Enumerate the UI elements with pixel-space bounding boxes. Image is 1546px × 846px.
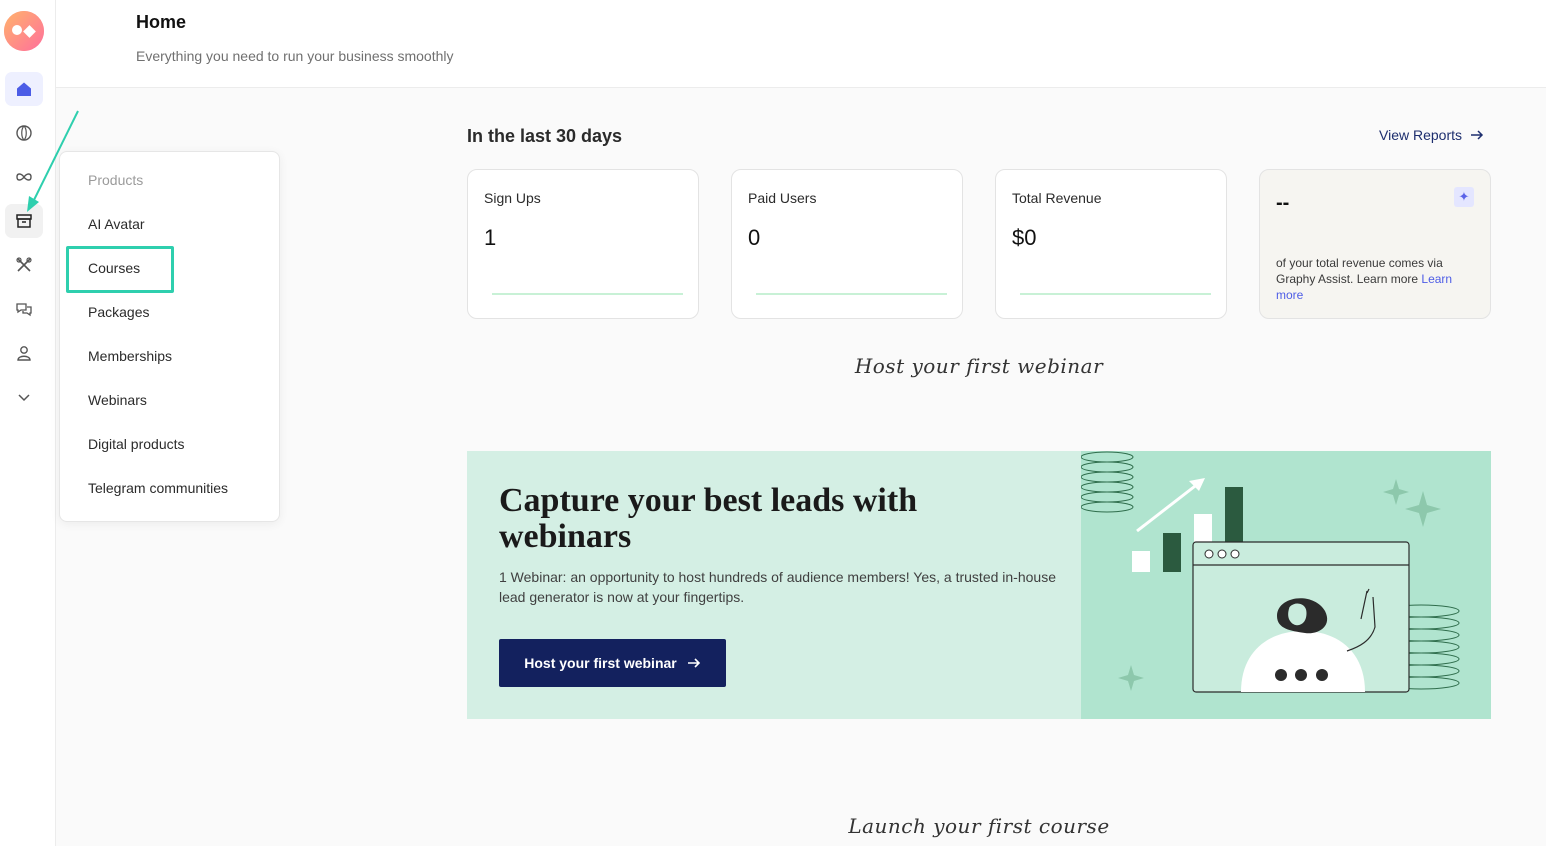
arrow-right-icon <box>1471 130 1484 140</box>
more-nav-button[interactable] <box>5 380 43 414</box>
sparkline <box>756 293 947 295</box>
page-title: Home <box>136 12 187 32</box>
home-nav-button[interactable] <box>5 72 43 106</box>
menu-item-telegram-communities[interactable]: Telegram communities <box>88 480 228 496</box>
chat-nav-button[interactable] <box>5 292 43 326</box>
stat-card-paid-users[interactable]: Paid Users 0 <box>731 169 963 319</box>
stat-label: Paid Users <box>748 190 817 206</box>
webinar-banner: Capture your best leads with webinars 1 … <box>467 451 1491 719</box>
assist-description: of your total revenue comes via Graphy A… <box>1276 255 1476 303</box>
menu-item-digital-products[interactable]: Digital products <box>88 436 185 452</box>
course-script-heading: Launch your first course <box>848 814 1110 838</box>
stats-section-title: In the last 30 days <box>467 126 623 146</box>
webinar-illustration-art <box>1080 451 1460 693</box>
assist-text: of your total revenue comes via Graphy A… <box>1276 256 1443 286</box>
courses-highlight-box <box>66 246 174 293</box>
menu-heading: Products <box>88 172 144 188</box>
profile-nav-button[interactable] <box>5 336 43 370</box>
menu-item-ai-avatar[interactable]: AI Avatar <box>88 216 145 232</box>
graphy-assist-card: -- ✦ of your total revenue comes via Gra… <box>1259 169 1491 319</box>
home-icon <box>17 82 31 96</box>
host-webinar-label: Host your first webinar <box>524 655 677 671</box>
banner-title: Capture your best leads with webinars <box>499 482 918 555</box>
sparkle-icon: ✦ <box>1454 187 1474 207</box>
stat-card-sign-ups[interactable]: Sign Ups 1 <box>467 169 699 319</box>
host-webinar-button[interactable]: Host your first webinar <box>499 639 726 687</box>
sparkline <box>492 293 683 295</box>
banner-description: 1 Webinar: an opportunity to host hundre… <box>499 569 1056 605</box>
menu-item-memberships[interactable]: Memberships <box>88 348 172 364</box>
tools-icon <box>16 257 32 272</box>
page-subtitle: Everything you need to run your business… <box>136 48 454 64</box>
stat-label: Total Revenue <box>1012 190 1102 206</box>
stat-card-total-revenue[interactable]: Total Revenue $0 <box>995 169 1227 319</box>
arrow-right-icon <box>687 658 700 668</box>
webinar-script-heading: Host your first webinar <box>854 354 1104 378</box>
view-reports-link[interactable]: View Reports <box>1379 127 1484 143</box>
menu-item-packages[interactable]: Packages <box>88 304 149 320</box>
view-reports-label: View Reports <box>1379 127 1463 143</box>
tools-nav-button[interactable] <box>5 248 43 282</box>
page-header: Home Everything you need to run your bus… <box>56 0 1546 88</box>
stat-value: 1 <box>484 225 497 250</box>
products-menu: Products AI Avatar Courses Packages Memb… <box>59 151 280 522</box>
assist-value: -- <box>1276 192 1290 214</box>
stat-value: $0 <box>1012 225 1037 250</box>
webinar-illustration <box>1080 451 1491 719</box>
chat-icon <box>16 303 32 317</box>
user-icon <box>17 346 31 361</box>
stat-label: Sign Ups <box>484 190 541 206</box>
app-logo[interactable] <box>4 11 44 51</box>
chevron-down-icon <box>18 394 30 402</box>
menu-item-webinars[interactable]: Webinars <box>88 392 147 408</box>
stat-value: 0 <box>748 225 761 250</box>
sparkline <box>1020 293 1211 295</box>
